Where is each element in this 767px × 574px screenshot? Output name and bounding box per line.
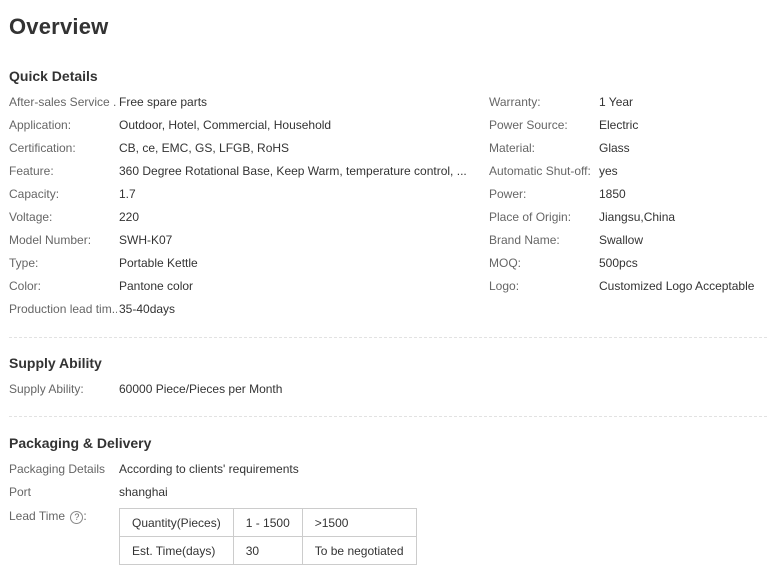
- quick-detail-left-value: SWH-K07: [119, 233, 173, 247]
- port-value: shanghai: [119, 485, 168, 499]
- quick-detail-left-label: Production lead tim...: [9, 302, 117, 316]
- quick-detail-right-value: Electric: [599, 118, 639, 132]
- quick-detail-right-label: Power:: [489, 187, 527, 201]
- quick-detail-right-label: MOQ:: [489, 256, 521, 270]
- table-row: Quantity(Pieces) 1 - 1500 >1500: [119, 508, 417, 537]
- lead-time-label: Lead Time: [9, 509, 66, 523]
- quick-detail-left-label: Voltage:: [9, 210, 53, 224]
- quick-detail-left-label: Feature:: [9, 164, 54, 178]
- quick-detail-right-label: Warranty:: [489, 95, 541, 109]
- quick-detail-right-value: 1 Year: [599, 95, 634, 109]
- quick-detail-left-value: Pantone color: [119, 279, 194, 293]
- quick-detail-right-label: Logo:: [489, 279, 520, 293]
- quick-detail-right-label: Automatic Shut-off:: [489, 164, 591, 178]
- quick-detail-left-label: Type:: [9, 256, 39, 270]
- quick-detail-left-value: CB, ce, EMC, GS, LFGB, RoHS: [119, 141, 290, 155]
- table-cell: To be negotiated: [301, 536, 417, 565]
- supply-ability-title: Supply Ability: [9, 355, 102, 371]
- quick-detail-left-value: 1.7: [119, 187, 136, 201]
- section-divider: [9, 416, 767, 417]
- lead-time-table: Quantity(Pieces) 1 - 1500 >1500 Est. Time(d…: [119, 508, 417, 565]
- table-cell: 1 - 1500: [232, 508, 303, 537]
- table-cell: >1500: [301, 508, 417, 537]
- quick-detail-right-value: 500pcs: [599, 256, 638, 270]
- table-cell: 30: [232, 536, 303, 565]
- quick-detail-left-label: Color:: [9, 279, 42, 293]
- quick-detail-left-value: 35-40days: [119, 302, 176, 316]
- table-row: Est. Time(days) 30 To be negotiated: [119, 536, 417, 565]
- quick-detail-right-value: Jiangsu,China: [599, 210, 676, 224]
- packaging-details-label: Packaging Details: [9, 462, 106, 476]
- question-circle-icon[interactable]: ?: [70, 511, 84, 524]
- supply-ability-value: 60000 Piece/Pieces per Month: [119, 382, 283, 396]
- table-cell: Quantity(Pieces): [119, 508, 234, 537]
- quick-detail-right-value: Glass: [599, 141, 630, 155]
- quick-detail-left-value: Free spare parts: [119, 95, 208, 109]
- section-divider: [9, 337, 767, 338]
- quick-detail-left-value: 220: [119, 210, 140, 224]
- quick-detail-left-value: 360 Degree Rotational Base, Keep Warm, t…: [119, 164, 467, 178]
- table-cell: Est. Time(days): [119, 536, 234, 565]
- quick-detail-left-value: Portable Kettle: [119, 256, 198, 270]
- quick-detail-right-value: Customized Logo Acceptable: [599, 279, 755, 293]
- quick-detail-right-label: Material:: [489, 141, 536, 155]
- quick-detail-left-label: Model Number:: [9, 233, 92, 247]
- quick-detail-left-label: Certification:: [9, 141, 76, 155]
- quick-detail-left-value: Outdoor, Hotel, Commercial, Household: [119, 118, 332, 132]
- quick-detail-left-label: Capacity:: [9, 187, 60, 201]
- lead-time-label-row: Lead Time ?:: [9, 509, 87, 524]
- quick-detail-left-label: After-sales Service ...: [9, 95, 117, 109]
- packaging-delivery-title: Packaging & Delivery: [9, 435, 152, 451]
- quick-detail-right-value: 1850: [599, 187, 626, 201]
- packaging-details-value: According to clients' requirements: [119, 462, 299, 476]
- quick-detail-left-label: Application:: [9, 118, 72, 132]
- quick-detail-right-label: Brand Name:: [489, 233, 560, 247]
- quick-detail-right-label: Power Source:: [489, 118, 568, 132]
- quick-details-title: Quick Details: [9, 68, 98, 84]
- quick-detail-right-value: Swallow: [599, 233, 644, 247]
- quick-detail-right-label: Place of Origin:: [489, 210, 572, 224]
- port-label: Port: [9, 485, 32, 499]
- page-title: Overview: [9, 14, 109, 39]
- quick-detail-right-value: yes: [599, 164, 618, 178]
- supply-ability-label: Supply Ability:: [9, 382, 84, 396]
